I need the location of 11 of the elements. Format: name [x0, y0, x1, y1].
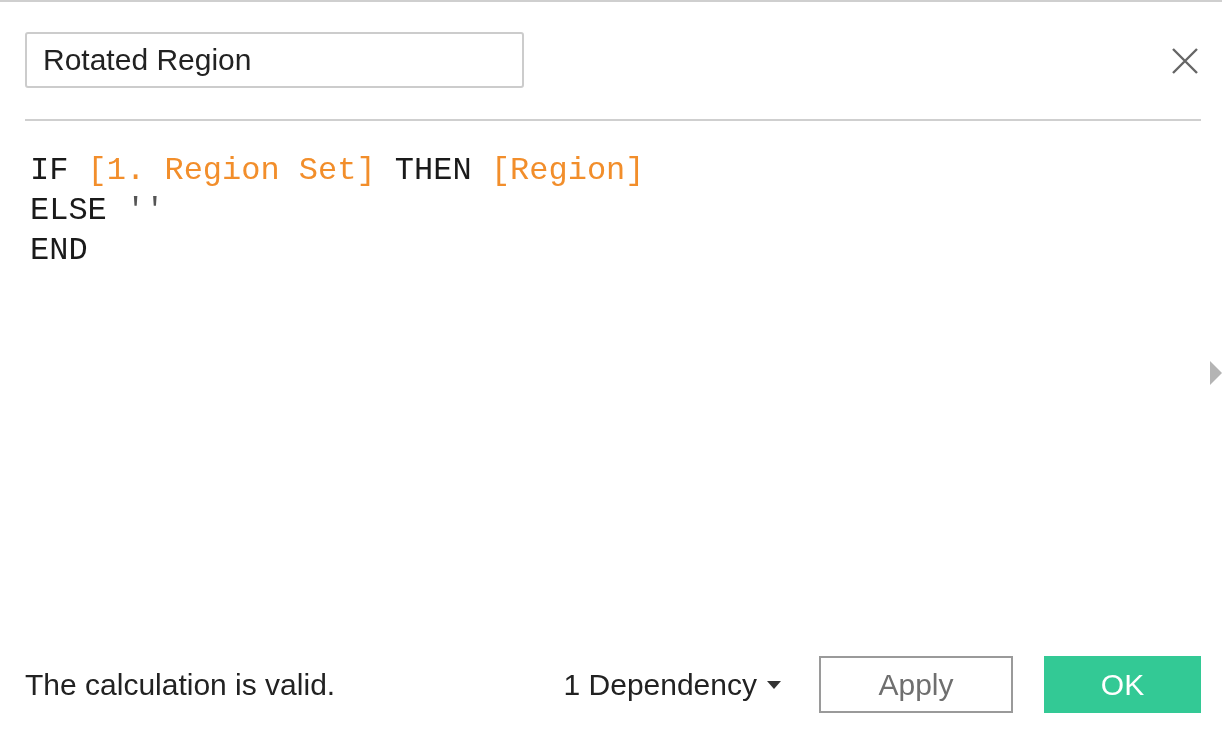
formula-editor[interactable]: IF [1. Region Set] THEN [Region] ELSE '' END: [0, 121, 1222, 656]
code-line: END: [30, 231, 88, 271]
code-line: IF [1. Region Set] THEN [Region]: [30, 151, 645, 191]
caret-icon: [767, 680, 781, 689]
code-line: ELSE '': [30, 191, 165, 231]
dependency-dropdown[interactable]: 1 Dependency: [563, 669, 781, 700]
validation-message: The calculation is valid.: [25, 669, 336, 700]
apply-button[interactable]: Apply: [819, 656, 1013, 713]
name-input[interactable]: Rotated Region: [25, 32, 524, 88]
close-button[interactable]: [1172, 48, 1198, 74]
close-icon: [1172, 48, 1198, 74]
